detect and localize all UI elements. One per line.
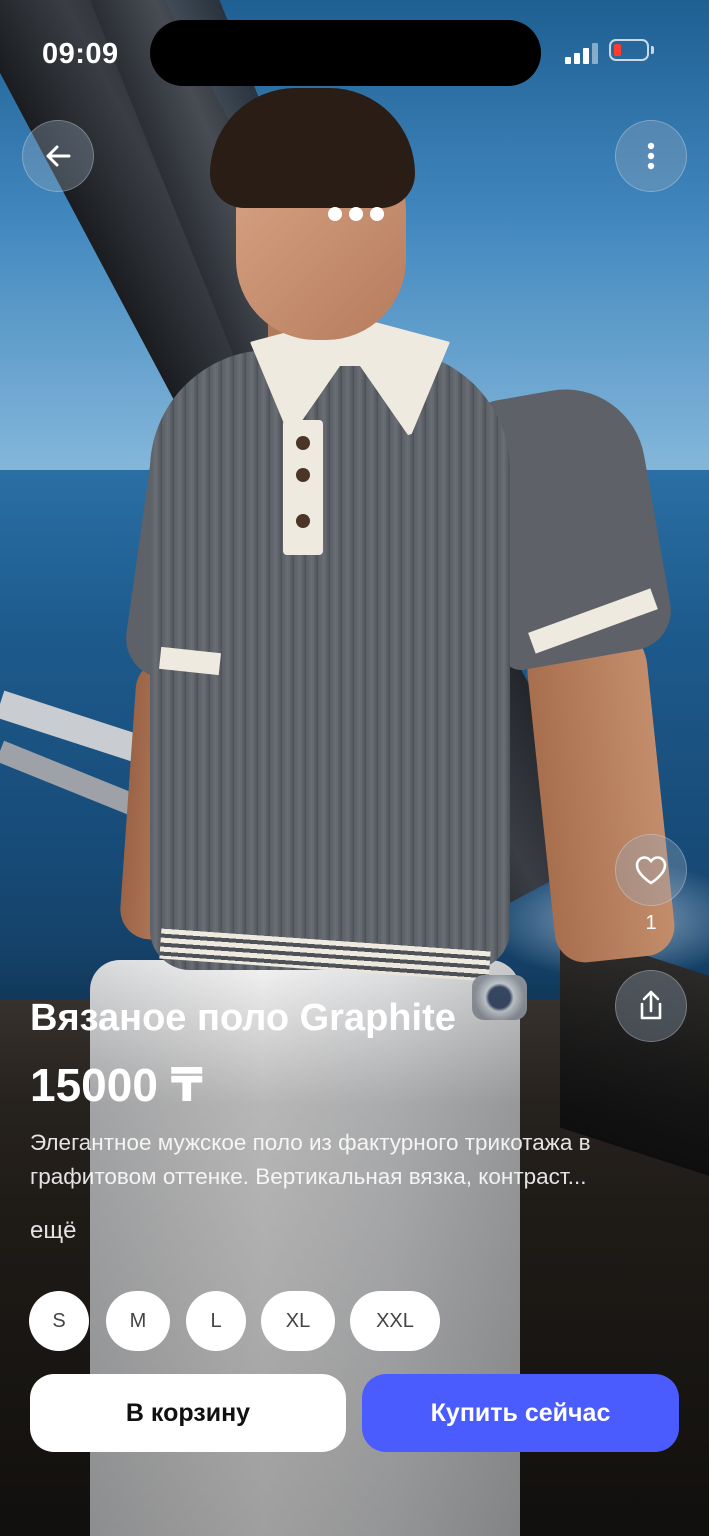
show-more-link[interactable]: ещё	[30, 1214, 76, 1248]
heart-icon	[635, 856, 667, 885]
battery-icon	[609, 39, 649, 61]
more-options-button[interactable]	[615, 120, 687, 192]
more-vertical-icon	[647, 142, 655, 170]
size-option-xxl[interactable]: XXL	[350, 1291, 440, 1351]
cellular-signal-icon	[565, 42, 599, 64]
battery-tip	[651, 46, 654, 54]
dynamic-island	[150, 20, 541, 86]
size-option-m[interactable]: M	[106, 1291, 170, 1351]
photo-polo-button	[296, 514, 310, 528]
like-button[interactable]	[615, 834, 687, 906]
battery-level	[614, 44, 621, 56]
gallery-pager[interactable]	[328, 207, 384, 221]
product-title: Вязаное поло Graphite	[30, 997, 456, 1039]
description-line: графитовом оттенке. Вертикальная вязка, …	[30, 1164, 587, 1189]
description-line: Элегантное мужское поло из фактурного тр…	[30, 1130, 591, 1155]
like-count: 1	[645, 912, 657, 934]
product-description: Элегантное мужское поло из фактурного тр…	[30, 1126, 690, 1194]
pager-dot[interactable]	[349, 207, 363, 221]
product-price: 15000 ₸	[30, 1059, 203, 1111]
pager-dot-active[interactable]	[328, 207, 342, 221]
size-option-xl[interactable]: XL	[261, 1291, 335, 1351]
size-option-l[interactable]: L	[186, 1291, 246, 1351]
photo-polo-button	[296, 468, 310, 482]
back-button[interactable]	[22, 120, 94, 192]
photo-polo-button	[296, 436, 310, 450]
size-option-s[interactable]: S	[29, 1291, 89, 1351]
status-time: 09:09	[42, 38, 119, 70]
pager-dot[interactable]	[370, 207, 384, 221]
product-screen: 09:09 1 Вязаное поло Graphite 15000 ₸ Эл…	[0, 0, 709, 1536]
arrow-left-icon	[46, 145, 71, 167]
add-to-cart-button[interactable]: В корзину	[30, 1374, 346, 1452]
buy-now-button[interactable]: Купить сейчас	[362, 1374, 679, 1452]
